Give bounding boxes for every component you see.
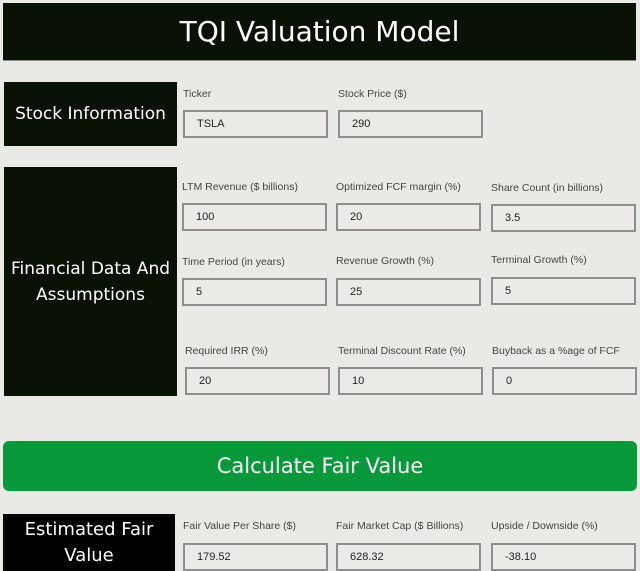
ticker-input[interactable]: [183, 110, 328, 138]
calculate-fair-value-button[interactable]: Calculate Fair Value: [3, 441, 637, 491]
terminal-growth-input[interactable]: [491, 277, 636, 305]
ticker-label: Ticker: [183, 88, 212, 100]
time-period-input[interactable]: [182, 278, 327, 306]
fair-value-per-share-label: Fair Value Per Share ($): [183, 520, 297, 532]
share-count-input[interactable]: [491, 204, 636, 232]
stock-price-label: Stock Price ($): [338, 88, 407, 100]
revenue-growth-input[interactable]: [336, 278, 481, 306]
terminal-growth-label: Terminal Growth (%): [491, 254, 587, 266]
fair-value-per-share-output[interactable]: [183, 543, 328, 571]
fcf-margin-input[interactable]: [336, 203, 481, 231]
ltm-revenue-input[interactable]: [182, 203, 327, 231]
stock-information-label: Stock Information: [4, 82, 177, 146]
ltm-revenue-label: LTM Revenue ($ billions): [182, 181, 298, 193]
app-title: TQI Valuation Model: [3, 3, 636, 61]
time-period-label: Time Period (in years): [182, 256, 285, 268]
buyback-input[interactable]: [492, 367, 637, 395]
fair-market-cap-output[interactable]: [336, 543, 481, 571]
share-count-label: Share Count (in billions): [491, 182, 604, 194]
buyback-label: Buyback as a %age of FCF: [492, 345, 620, 357]
fcf-margin-label: Optimized FCF margin (%): [336, 181, 461, 193]
required-irr-input[interactable]: [185, 367, 330, 395]
upside-downside-output[interactable]: [491, 543, 636, 571]
fair-market-cap-label: Fair Market Cap ($ Billions): [336, 520, 464, 532]
terminal-discount-rate-input[interactable]: [338, 367, 483, 395]
terminal-discount-rate-label: Terminal Discount Rate (%): [338, 345, 466, 357]
upside-downside-label: Upside / Downside (%): [491, 520, 598, 532]
required-irr-label: Required IRR (%): [185, 345, 268, 357]
revenue-growth-label: Revenue Growth (%): [336, 255, 435, 267]
estimated-fair-value-label: Estimated Fair Value: [3, 514, 175, 571]
financial-data-label: Financial Data And Assumptions: [4, 167, 177, 396]
stock-price-input[interactable]: [338, 110, 483, 138]
